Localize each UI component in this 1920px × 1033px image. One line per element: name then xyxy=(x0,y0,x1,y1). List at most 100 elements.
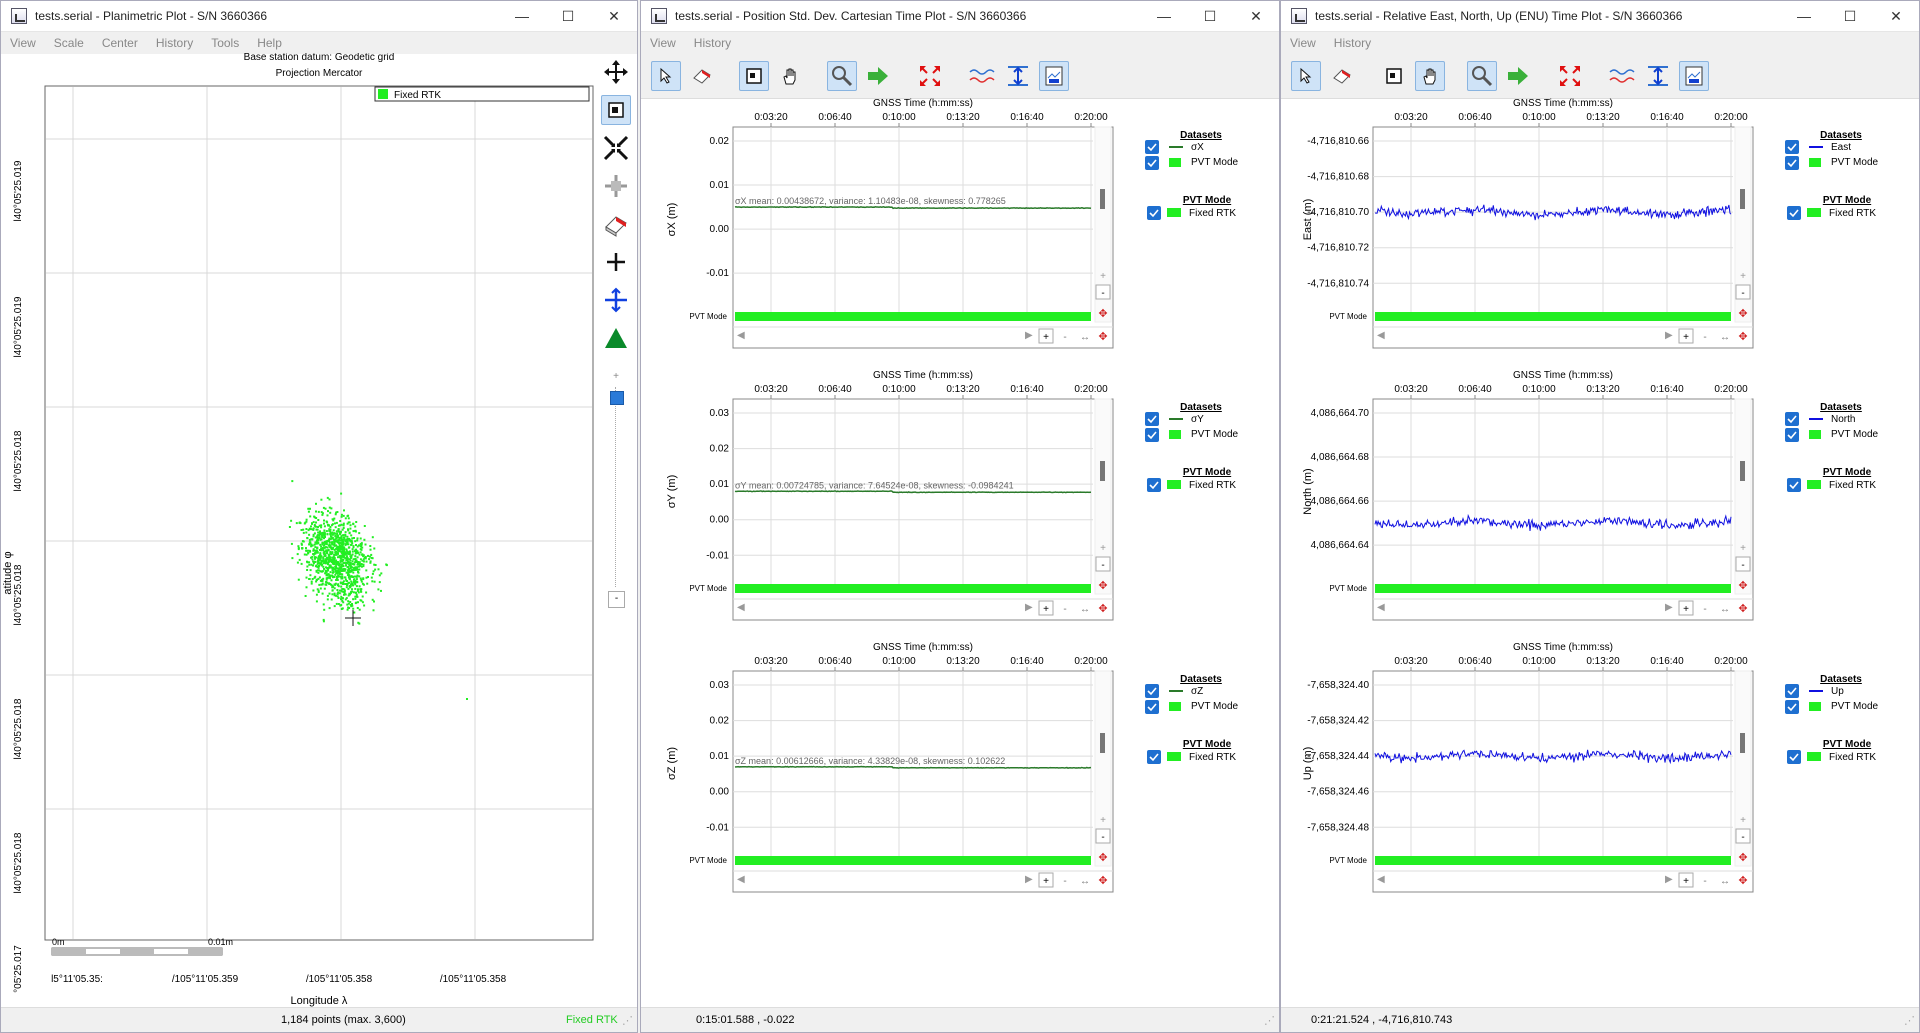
zoom-in-y-icon[interactable]: + xyxy=(1100,271,1106,282)
maximize-icon[interactable]: ☐ xyxy=(1827,8,1873,25)
checkbox[interactable] xyxy=(1145,140,1159,154)
maximize-icon[interactable]: ☐ xyxy=(545,8,591,25)
scroll-left-icon[interactable]: ◀ xyxy=(1377,602,1385,613)
center-x-icon[interactable]: ✥ xyxy=(1738,331,1747,343)
resize-grip-icon[interactable]: ⋰ xyxy=(1264,1014,1275,1027)
enu-plots[interactable]: GNSS Time (h:mm:ss) 0:03:20 0:06:40 0:10:00… xyxy=(1281,98,1919,1008)
center-y-icon[interactable]: ✥ xyxy=(1738,580,1747,592)
center-y-icon[interactable]: ✥ xyxy=(1098,308,1107,320)
select-icon[interactable] xyxy=(651,61,681,91)
zoom-in-y-icon[interactable]: + xyxy=(1740,543,1746,554)
zoom-icon[interactable] xyxy=(827,61,857,91)
planimetric-plot[interactable]: Base station datum: Geodetic grid Projec… xyxy=(1,53,597,1013)
scroll-left-icon[interactable]: ◀ xyxy=(737,330,745,341)
fullscreen-icon[interactable] xyxy=(915,61,945,91)
scroll-thumb[interactable] xyxy=(1740,189,1745,209)
vertical-fit-icon[interactable] xyxy=(1643,61,1673,91)
zoom-slider[interactable]: + - xyxy=(606,371,626,611)
center-y-icon[interactable]: ✥ xyxy=(1738,852,1747,864)
scroll-right-icon[interactable]: ▶ xyxy=(1665,602,1673,613)
menu-history[interactable]: History xyxy=(147,36,202,50)
eraser-icon[interactable] xyxy=(687,61,717,91)
checkbox[interactable] xyxy=(1787,478,1801,492)
menu-tools[interactable]: Tools xyxy=(202,36,248,50)
center-x-icon[interactable]: ✥ xyxy=(1098,875,1107,887)
minimize-icon[interactable]: — xyxy=(1781,8,1827,24)
checkbox[interactable] xyxy=(1145,428,1159,442)
scroll-thumb[interactable] xyxy=(1100,189,1105,209)
center-y-icon[interactable]: ✥ xyxy=(1738,308,1747,320)
menu-view[interactable]: View xyxy=(641,36,685,50)
fit-x-icon[interactable]: ↔ xyxy=(1720,604,1730,615)
time-plot[interactable]: GNSS Time (h:mm:ss) 0:03:20 0:06:40 0:10:00… xyxy=(1302,370,1878,621)
export-icon[interactable] xyxy=(1679,61,1709,91)
fit-x-icon[interactable]: ↔ xyxy=(1080,332,1090,343)
time-plot[interactable]: GNSS Time (h:mm:ss) 0:03:20 0:06:40 0:10:00… xyxy=(666,642,1238,893)
checkbox[interactable] xyxy=(1785,700,1799,714)
base-station-icon[interactable] xyxy=(601,323,631,353)
fit-x-icon[interactable]: ↔ xyxy=(1080,876,1090,887)
time-plot[interactable]: GNSS Time (h:mm:ss) 0:03:20 0:06:40 0:10:00… xyxy=(1302,98,1878,349)
minus-icon[interactable]: - xyxy=(1703,332,1706,343)
zoom-icon[interactable] xyxy=(1467,61,1497,91)
menu-center[interactable]: Center xyxy=(93,36,147,50)
signal-lines-icon[interactable] xyxy=(1607,61,1637,91)
menu-history[interactable]: History xyxy=(685,36,740,50)
time-plot[interactable]: GNSS Time (h:mm:ss) 0:03:20 0:06:40 0:10:00… xyxy=(666,98,1238,349)
minus-icon[interactable]: - xyxy=(1703,876,1706,887)
checkbox[interactable] xyxy=(1787,206,1801,220)
hand-icon[interactable] xyxy=(1415,61,1445,91)
zoom-out-button[interactable]: - xyxy=(608,591,625,608)
fit-view-icon[interactable] xyxy=(739,61,769,91)
scroll-left-icon[interactable]: ◀ xyxy=(1377,330,1385,341)
title-bar[interactable]: tests.serial - Planimetric Plot - S/N 36… xyxy=(1,1,637,32)
fullscreen-icon[interactable] xyxy=(1555,61,1585,91)
minus-icon[interactable]: - xyxy=(1703,604,1706,615)
checkbox[interactable] xyxy=(1785,140,1799,154)
stretch-icon[interactable] xyxy=(601,171,631,201)
eraser-icon[interactable] xyxy=(601,209,631,239)
pan-icon[interactable] xyxy=(601,57,631,87)
add-point-icon[interactable] xyxy=(601,247,631,277)
close-icon[interactable]: ✕ xyxy=(1233,8,1279,25)
menu-history[interactable]: History xyxy=(1325,36,1380,50)
eraser-icon[interactable] xyxy=(1327,61,1357,91)
center-y-icon[interactable]: ✥ xyxy=(1098,852,1107,864)
scroll-thumb[interactable] xyxy=(1740,461,1745,481)
checkbox[interactable] xyxy=(1785,428,1799,442)
zoom-in-y-icon[interactable]: + xyxy=(1100,543,1106,554)
checkbox[interactable] xyxy=(1785,684,1799,698)
checkbox[interactable] xyxy=(1785,156,1799,170)
menu-help[interactable]: Help xyxy=(248,36,291,50)
scroll-left-icon[interactable]: ◀ xyxy=(1377,874,1385,885)
close-icon[interactable]: ✕ xyxy=(591,8,637,25)
checkbox[interactable] xyxy=(1147,750,1161,764)
minimize-icon[interactable]: — xyxy=(499,8,545,24)
plot-area[interactable] xyxy=(44,85,594,941)
menu-view[interactable]: View xyxy=(1281,36,1325,50)
fit-x-icon[interactable]: ↔ xyxy=(1080,604,1090,615)
scroll-thumb[interactable] xyxy=(1740,733,1745,753)
signal-lines-icon[interactable] xyxy=(967,61,997,91)
center-y-icon[interactable]: ✥ xyxy=(1098,580,1107,592)
checkbox[interactable] xyxy=(1145,684,1159,698)
scroll-right-icon[interactable]: ▶ xyxy=(1665,330,1673,341)
scroll-right-icon[interactable]: ▶ xyxy=(1025,330,1033,341)
scroll-thumb[interactable] xyxy=(1100,733,1105,753)
checkbox[interactable] xyxy=(1145,412,1159,426)
minus-icon[interactable]: - xyxy=(1063,604,1066,615)
maximize-icon[interactable]: ☐ xyxy=(1187,8,1233,25)
scroll-right-icon[interactable]: ▶ xyxy=(1025,874,1033,885)
hand-icon[interactable] xyxy=(775,61,805,91)
menu-view[interactable]: View xyxy=(1,36,45,50)
fit-x-icon[interactable]: ↔ xyxy=(1720,876,1730,887)
zoom-in-y-icon[interactable]: + xyxy=(1100,815,1106,826)
export-icon[interactable] xyxy=(1039,61,1069,91)
checkbox[interactable] xyxy=(1147,206,1161,220)
checkbox[interactable] xyxy=(1145,700,1159,714)
checkbox[interactable] xyxy=(1145,156,1159,170)
minus-icon[interactable]: - xyxy=(1063,876,1066,887)
title-bar[interactable]: tests.serial - Position Std. Dev. Cartes… xyxy=(641,1,1279,32)
minimize-icon[interactable]: — xyxy=(1141,8,1187,24)
center-x-icon[interactable]: ✥ xyxy=(1738,875,1747,887)
